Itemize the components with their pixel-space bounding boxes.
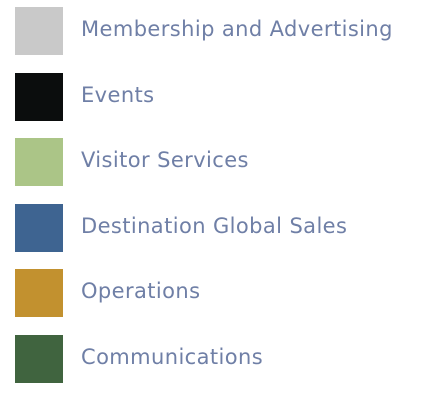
legend-label: Communications — [81, 347, 263, 368]
legend-swatch — [15, 269, 63, 317]
legend-label: Visitor Services — [81, 150, 249, 171]
legend-item-destination-global-sales: Destination Global Sales — [15, 203, 435, 269]
legend-label: Destination Global Sales — [81, 216, 347, 237]
legend-item-communications: Communications — [15, 334, 435, 399]
legend-swatch — [15, 335, 63, 383]
legend-label: Operations — [81, 281, 200, 302]
legend-item-operations: Operations — [15, 268, 435, 334]
legend-item-membership-and-advertising: Membership and Advertising — [15, 6, 435, 72]
legend-swatch — [15, 204, 63, 252]
legend-swatch — [15, 73, 63, 121]
legend-item-events: Events — [15, 72, 435, 138]
legend-swatch — [15, 138, 63, 186]
legend-label: Events — [81, 85, 155, 106]
chart-legend: Membership and Advertising Events Visito… — [15, 6, 435, 399]
legend-label: Membership and Advertising — [81, 19, 393, 40]
legend-item-visitor-services: Visitor Services — [15, 137, 435, 203]
legend-swatch — [15, 7, 63, 55]
